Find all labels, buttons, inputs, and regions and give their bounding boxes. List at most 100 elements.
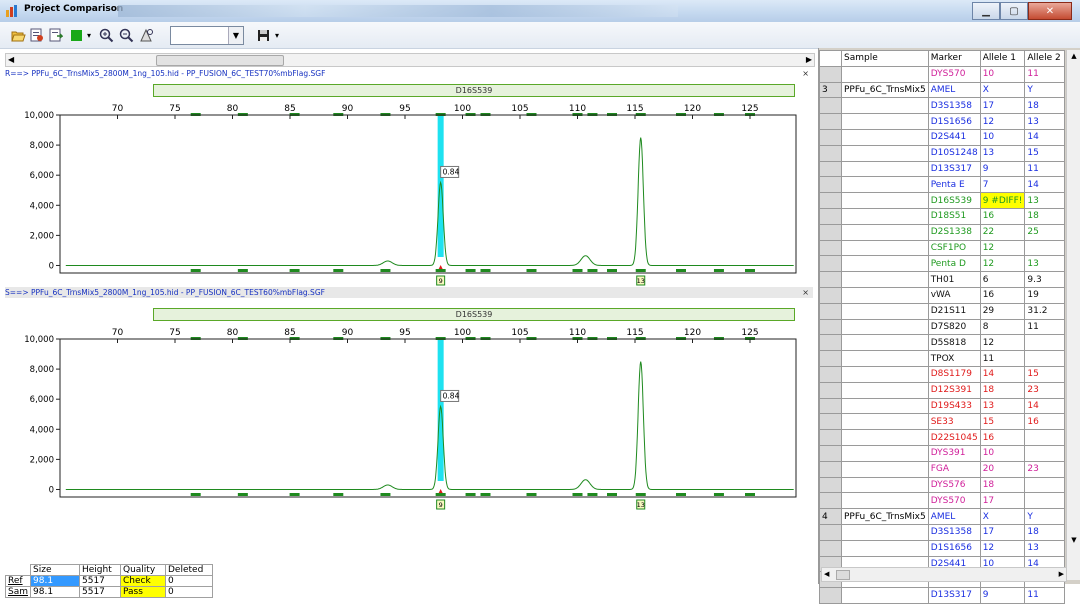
grid-cell-allele1[interactable]: 11 bbox=[979, 350, 1026, 367]
grid-cell-allele1[interactable]: 8 bbox=[979, 318, 1026, 336]
grid-cell-allele1[interactable]: 16 bbox=[979, 207, 1026, 225]
grid-cell-allele1[interactable]: 17 bbox=[979, 97, 1026, 115]
grid-cell-num[interactable] bbox=[819, 476, 842, 494]
close-panel-icon[interactable]: × bbox=[802, 68, 809, 79]
grid-cell-allele2[interactable]: Y bbox=[1024, 508, 1066, 525]
size-cell[interactable]: 98.1 bbox=[30, 586, 80, 598]
grid-cell-sample[interactable] bbox=[841, 271, 929, 288]
grid-row[interactable]: FGA 20 23 bbox=[819, 460, 1066, 478]
vertical-scrollbar[interactable]: ▲ ▼ bbox=[1066, 50, 1080, 580]
open-file-icon[interactable] bbox=[48, 27, 64, 43]
grid-row[interactable]: D13S317 9 11 bbox=[819, 160, 1066, 178]
grid-cell-sample[interactable] bbox=[841, 476, 929, 494]
grid-cell-allele2[interactable] bbox=[1024, 239, 1066, 257]
grid-cell-allele1[interactable]: 9 #DIFF! bbox=[979, 192, 1026, 209]
grid-cell-num[interactable] bbox=[819, 144, 842, 162]
grid-cell-marker[interactable]: D16S539 bbox=[927, 192, 981, 209]
grid-cell-allele2[interactable] bbox=[1024, 334, 1066, 352]
close-button[interactable]: ✕ bbox=[1028, 2, 1072, 20]
grid-cell-num[interactable]: 3 bbox=[819, 81, 842, 99]
grid-cell-sample[interactable] bbox=[841, 350, 929, 367]
disk-dropdown-arrow-icon[interactable]: ▾ bbox=[272, 27, 282, 43]
grid-cell-num[interactable] bbox=[819, 302, 842, 320]
zoom-out-icon[interactable] bbox=[118, 27, 134, 43]
grid-cell-allele1[interactable]: 18 bbox=[979, 381, 1026, 399]
grid-cell-allele2[interactable]: 18 bbox=[1024, 207, 1066, 225]
grid-cell-marker[interactable]: D1S1656 bbox=[927, 113, 981, 130]
grid-row[interactable]: D3S1358 17 18 bbox=[819, 97, 1066, 115]
grid-cell-allele1[interactable]: 14 bbox=[979, 365, 1026, 383]
summary-row-ref[interactable]: Ref 98.1 5517 Check 0 bbox=[5, 575, 213, 587]
grid-row[interactable]: D5S818 12 bbox=[819, 334, 1066, 352]
grid-cell-allele1[interactable]: X bbox=[979, 508, 1026, 525]
grid-cell-sample[interactable] bbox=[841, 334, 929, 352]
selected-peak-band[interactable] bbox=[437, 339, 444, 481]
grid-cell-num[interactable] bbox=[819, 128, 842, 146]
maximize-button[interactable]: ▢ bbox=[1000, 2, 1028, 20]
grid-cell-num[interactable] bbox=[819, 492, 842, 510]
zoom-reset-icon[interactable] bbox=[138, 27, 154, 43]
sample-electropherogram[interactable]: 70 75 80 85 90 95 100 105 110 115 120 125 0 2,000 4,00… bbox=[0, 321, 818, 511]
grid-cell-sample[interactable] bbox=[841, 429, 929, 446]
grid-row[interactable]: D8S1179 14 15 bbox=[819, 365, 1066, 383]
grid-cell-allele1[interactable]: 18 bbox=[979, 476, 1026, 494]
green-square-icon[interactable] bbox=[68, 27, 84, 43]
grid-cell-sample[interactable] bbox=[841, 587, 929, 604]
marker-strip[interactable]: D16S539 bbox=[153, 84, 795, 97]
grid-cell-allele2[interactable]: 13 bbox=[1024, 113, 1066, 130]
grid-cell-allele1[interactable]: 12 bbox=[979, 255, 1026, 273]
marker-strip[interactable]: D16S539 bbox=[153, 308, 795, 321]
grid-cell-allele2[interactable] bbox=[1024, 444, 1066, 462]
grid-row[interactable]: 3 PPFu_6C_TrnsMix5 AMEL X Y bbox=[819, 81, 1066, 99]
grid-cell-marker[interactable]: D21S11 bbox=[927, 302, 981, 320]
grid-row[interactable]: D13S317 9 11 bbox=[819, 587, 1066, 604]
grid-cell-marker[interactable]: TH01 bbox=[927, 271, 981, 288]
grid-cell-allele2[interactable] bbox=[1024, 429, 1066, 446]
grid-row[interactable]: DYS570 10 11 bbox=[819, 65, 1066, 83]
grid-cell-num[interactable] bbox=[819, 255, 842, 273]
grid-cell-allele1[interactable]: 15 bbox=[979, 413, 1026, 431]
grid-scroll-thumb[interactable] bbox=[836, 570, 850, 580]
grid-row[interactable]: Penta E 7 14 bbox=[819, 176, 1066, 194]
dropdown-arrow-icon[interactable]: ▾ bbox=[84, 27, 94, 43]
grid-row[interactable]: D22S1045 16 bbox=[819, 429, 1066, 446]
grid-cell-num[interactable]: 4 bbox=[819, 508, 842, 525]
grid-cell-marker[interactable]: D13S317 bbox=[927, 587, 981, 604]
grid-cell-allele2[interactable]: 14 bbox=[1024, 176, 1066, 194]
grid-cell-allele2[interactable]: 13 bbox=[1024, 255, 1066, 273]
grid-cell-allele2[interactable] bbox=[1024, 350, 1066, 367]
grid-cell-marker[interactable]: DYS576 bbox=[927, 476, 981, 494]
grid-cell-allele2[interactable]: 16 bbox=[1024, 413, 1066, 431]
grid-row[interactable]: D7S820 8 11 bbox=[819, 318, 1066, 336]
grid-cell-allele1[interactable]: 10 bbox=[979, 444, 1026, 462]
grid-row[interactable]: TH01 6 9.3 bbox=[819, 271, 1066, 288]
scroll-right-icon[interactable]: ▶ bbox=[806, 54, 812, 66]
grid-cell-sample[interactable] bbox=[841, 397, 929, 415]
grid-cell-sample[interactable]: PPFu_6C_TrnsMix5 bbox=[841, 81, 929, 99]
grid-cell-sample[interactable] bbox=[841, 160, 929, 178]
minimize-button[interactable]: ▁ bbox=[972, 2, 1000, 20]
height-cell[interactable]: 5517 bbox=[79, 586, 121, 598]
grid-cell-marker[interactable]: D13S317 bbox=[927, 160, 981, 178]
deleted-cell[interactable]: 0 bbox=[165, 586, 213, 598]
quality-cell[interactable]: Check bbox=[120, 575, 166, 587]
grid-cell-num[interactable] bbox=[819, 113, 842, 130]
scroll-left-icon[interactable]: ◀ bbox=[824, 568, 829, 581]
grid-cell-marker[interactable]: TPOX bbox=[927, 350, 981, 367]
toolbar-combo-box[interactable]: ▼ bbox=[170, 26, 244, 45]
grid-row[interactable]: vWA 16 19 bbox=[819, 286, 1066, 304]
grid-header-sample[interactable]: Sample bbox=[841, 50, 929, 67]
grid-row[interactable]: Penta D 12 13 bbox=[819, 255, 1066, 273]
grid-cell-num[interactable] bbox=[819, 587, 842, 604]
grid-row[interactable]: D1S1656 12 13 bbox=[819, 113, 1066, 130]
grid-header-marker[interactable]: Marker bbox=[927, 50, 981, 67]
selected-peak-band[interactable] bbox=[437, 115, 444, 257]
grid-cell-allele1[interactable]: 12 bbox=[979, 334, 1026, 352]
grid-cell-allele1[interactable]: 17 bbox=[979, 523, 1026, 541]
grid-cell-num[interactable] bbox=[819, 192, 842, 209]
grid-cell-num[interactable] bbox=[819, 65, 842, 83]
grid-cell-num[interactable] bbox=[819, 223, 842, 241]
grid-cell-allele2[interactable]: 25 bbox=[1024, 223, 1066, 241]
grid-cell-num[interactable] bbox=[819, 271, 842, 288]
grid-row[interactable]: D2S1338 22 25 bbox=[819, 223, 1066, 241]
